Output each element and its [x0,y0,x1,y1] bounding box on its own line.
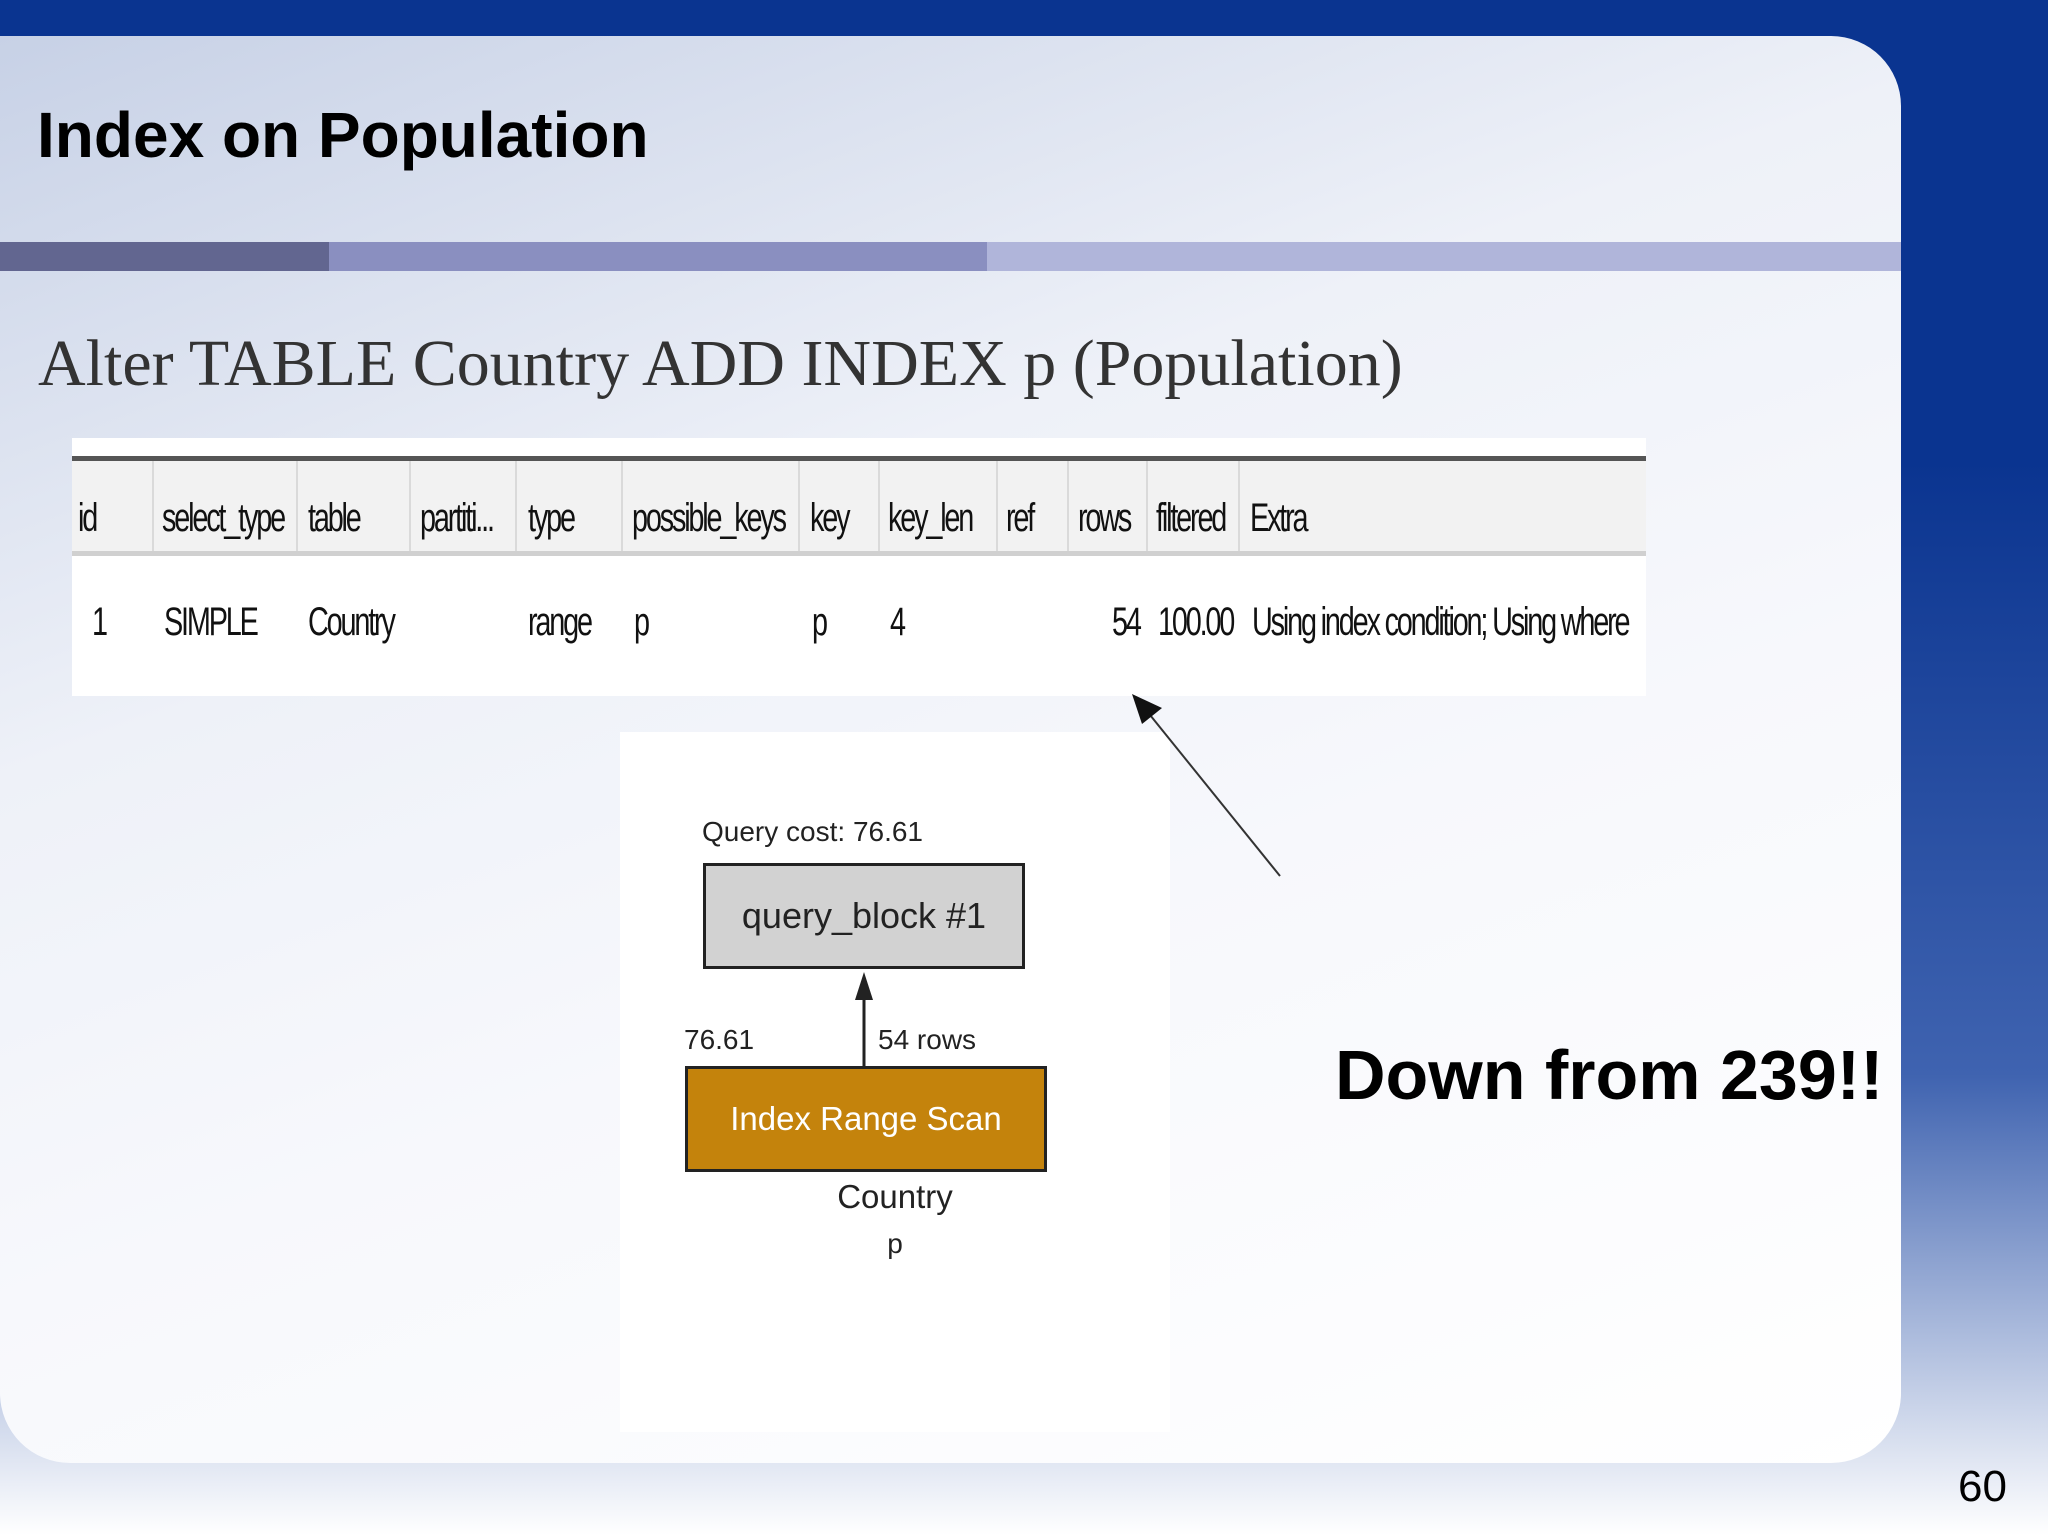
page-number: 60 [1958,1462,2007,1511]
callout-text: Down from 239!! [1335,1036,1884,1114]
annotation-arrowhead [1132,694,1162,724]
annotation-arrow-line [1145,709,1281,877]
annotation-arrow [1132,694,1281,877]
